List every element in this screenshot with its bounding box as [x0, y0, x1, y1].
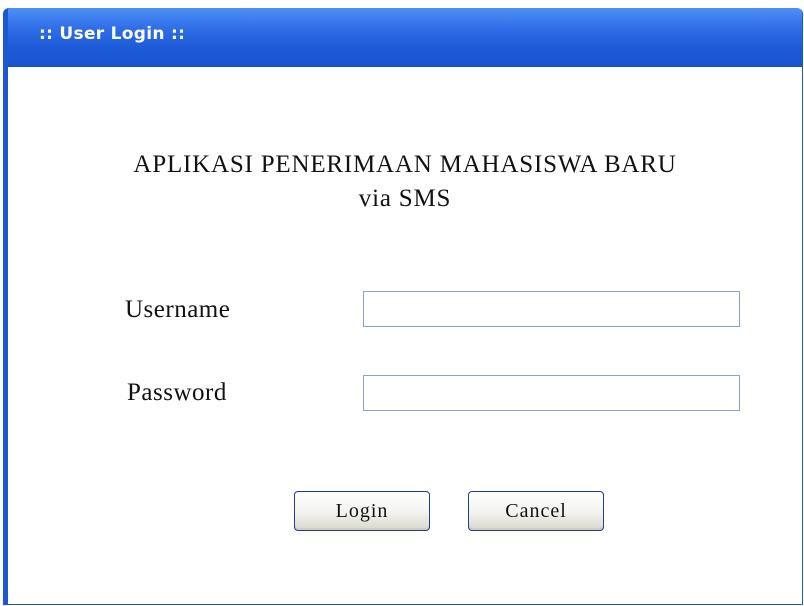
app-heading: APLIKASI PENERIMAAN MAHASISWA BARU via S… [8, 148, 802, 216]
username-label: Username [125, 296, 231, 323]
title-bar[interactable]: :: User Login :: [8, 8, 802, 67]
username-input[interactable] [363, 291, 740, 327]
login-button[interactable]: Login [294, 491, 430, 531]
window-title: :: User Login :: [39, 24, 186, 44]
cancel-button[interactable]: Cancel [468, 491, 604, 531]
password-label: Password [127, 379, 227, 406]
app-heading-line1: APLIKASI PENERIMAAN MAHASISWA BARU [133, 151, 677, 178]
login-window: :: User Login :: APLIKASI PENERIMAAN MAH… [3, 8, 803, 605]
password-input[interactable] [363, 375, 740, 411]
app-heading-line2: via SMS [358, 185, 452, 212]
